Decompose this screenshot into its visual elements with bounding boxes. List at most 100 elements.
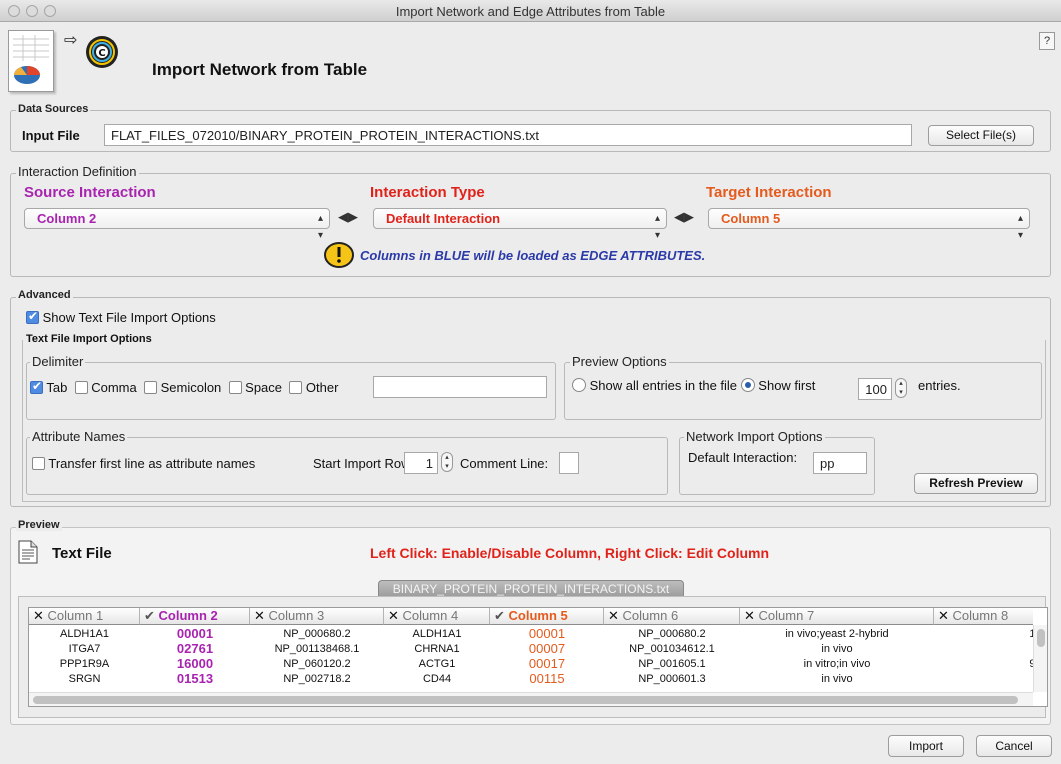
cancel-button[interactable]: Cancel [976, 735, 1052, 757]
table-cell: NP_000680.2 [283, 628, 351, 640]
vertical-scroll-thumb[interactable] [1037, 629, 1045, 647]
column-header-1[interactable]: ✕ Column 1 [29, 608, 140, 625]
target-interaction-select[interactable]: Column 5 ▴ ▾ [708, 208, 1030, 241]
show-first-radio[interactable]: Show first [740, 378, 815, 393]
table-cell: 00001 [528, 627, 566, 641]
table-cell: NP_002718.2 [283, 673, 351, 685]
column-header-label: Column 6 [622, 608, 679, 623]
swap-arrows-icon: ◀▶ [674, 209, 694, 224]
default-interaction-input[interactable]: pp [813, 452, 867, 474]
updown-arrow-icon: ▴ ▾ [317, 213, 323, 241]
checkbox-checked-icon [26, 309, 39, 324]
comment-line-input[interactable] [559, 452, 579, 474]
column-header-6[interactable]: ✕ Column 6 [604, 608, 740, 625]
column-header-8[interactable]: ✕ Column 8 [934, 608, 1033, 625]
horizontal-scrollbar[interactable] [29, 692, 1033, 706]
vertical-scrollbar[interactable] [1033, 625, 1047, 692]
start-row-input[interactable]: 1 [404, 452, 438, 474]
table-cell: NP_000601.3 [638, 673, 706, 685]
column-header-label: Column 8 [952, 608, 1009, 623]
delimiter-label: Delimiter [30, 354, 86, 369]
transfer-first-line-checkbox[interactable]: Transfer first line as attribute names [32, 456, 255, 471]
table-cell: 12081 [1029, 628, 1033, 640]
data-sources-label: Data Sources [16, 103, 91, 115]
column-header-label: Column 5 [508, 608, 568, 623]
comma-label: Comma [91, 380, 137, 395]
attribute-names-label: Attribute Names [30, 429, 128, 444]
column-enabled-icon: ✔ [144, 608, 155, 623]
table-cell: in vivo [821, 643, 853, 655]
table-cell: 00017 [528, 657, 566, 671]
show-options-checkbox[interactable]: Show Text File Import Options [26, 309, 216, 325]
help-button[interactable]: ? [1039, 32, 1055, 50]
column-header-label: Column 1 [47, 608, 104, 623]
table-cell: ALDH1A1 [412, 628, 462, 640]
input-file-label: Input File [22, 128, 80, 143]
start-row-label: Start Import Row: [313, 456, 415, 471]
delimiter-options: Tab Comma Semicolon Space Other [30, 379, 338, 395]
table-cell: SRGN [68, 673, 101, 685]
other-checkbox[interactable]: Other [289, 380, 338, 395]
refresh-preview-button[interactable]: Refresh Preview [914, 473, 1038, 494]
column-header-7[interactable]: ✕ Column 7 [740, 608, 934, 625]
preview-options-label: Preview Options [570, 354, 669, 369]
checkbox-icon [289, 381, 303, 394]
table-cell: 93625 [1029, 658, 1033, 670]
table-cell: NP_001605.1 [638, 658, 706, 670]
table-cell: 00001 [176, 627, 214, 641]
arrow-right-icon: ⇨ [64, 32, 78, 49]
comma-checkbox[interactable]: Comma [74, 380, 137, 395]
semicolon-checkbox[interactable]: Semicolon [143, 380, 221, 395]
transfer-first-line-label: Transfer first line as attribute names [48, 456, 256, 471]
select-files-button[interactable]: Select File(s) [928, 125, 1034, 146]
preview-table-body: ✕ Column 1 ✔ Column 2 ✕ Column 3 ✕ Column 4… [29, 608, 1033, 692]
show-all-radio[interactable]: Show all entries in the file [572, 378, 737, 393]
interaction-type-select[interactable]: Default Interaction ▴ ▾ [373, 208, 667, 241]
column-header-label: Column 7 [758, 608, 815, 623]
tab-checkbox[interactable]: Tab [30, 379, 68, 395]
column-header-4[interactable]: ✕ Column 4 [384, 608, 490, 625]
horizontal-scroll-thumb[interactable] [33, 696, 1018, 704]
table-cell [934, 672, 1033, 686]
table-cell: NP_001138468.1 [274, 643, 360, 655]
checkbox-icon [143, 381, 157, 394]
table-cell: 16000 [176, 657, 214, 671]
source-interaction-select[interactable]: Column 2 ▴ ▾ [24, 208, 330, 241]
swap-arrows-icon: ◀▶ [338, 209, 358, 224]
column-header-5[interactable]: ✔ Column 5 [490, 608, 604, 625]
start-row-stepper[interactable]: ▴ ▾ [441, 452, 453, 472]
checkbox-checked-icon [30, 379, 43, 394]
column-disabled-icon: ✕ [388, 608, 399, 623]
entries-label: entries. [918, 378, 961, 393]
column-header-2[interactable]: ✔ Column 2 [140, 608, 250, 625]
edge-attributes-notice: Columns in BLUE will be loaded as EDGE A… [360, 248, 706, 263]
preview-count-input[interactable]: 100 [858, 378, 892, 400]
column-header-3[interactable]: ✕ Column 3 [250, 608, 384, 625]
stepper-arrows-icon: ▴ ▾ [895, 378, 907, 398]
interaction-definition-label: Interaction Definition [16, 164, 139, 179]
warning-icon [324, 242, 354, 271]
text-file-icon [18, 540, 38, 567]
source-interaction-value: Column 2 [37, 211, 97, 226]
table-cell: CD44 [422, 673, 452, 685]
import-button[interactable]: Import [888, 735, 964, 757]
table-cell: ITGA7 [68, 643, 101, 655]
column-disabled-icon: ✕ [33, 608, 44, 623]
checkbox-icon [74, 381, 88, 394]
table-cell: CHRNA1 [414, 643, 460, 655]
other-delimiter-input[interactable] [373, 376, 547, 398]
other-label: Other [305, 380, 339, 395]
table-cell: ACTG1 [418, 658, 456, 670]
cytoscape-logo-icon: C [84, 34, 120, 73]
table-file-icon [8, 30, 54, 92]
interaction-type-value: Default Interaction [386, 211, 501, 226]
target-interaction-label: Target Interaction [706, 184, 832, 201]
column-disabled-icon: ✕ [254, 608, 265, 623]
tab-label: Tab [46, 380, 68, 395]
default-interaction-label: Default Interaction: [688, 450, 798, 465]
space-checkbox[interactable]: Space [228, 380, 282, 395]
input-file-field[interactable]: FLAT_FILES_072010/BINARY_PROTEIN_PROTEIN… [104, 124, 912, 146]
table-cell: 02761 [176, 642, 214, 656]
preview-count-stepper[interactable]: ▴ ▾ [895, 378, 907, 398]
table-cell: in vitro;in vivo [803, 658, 871, 670]
